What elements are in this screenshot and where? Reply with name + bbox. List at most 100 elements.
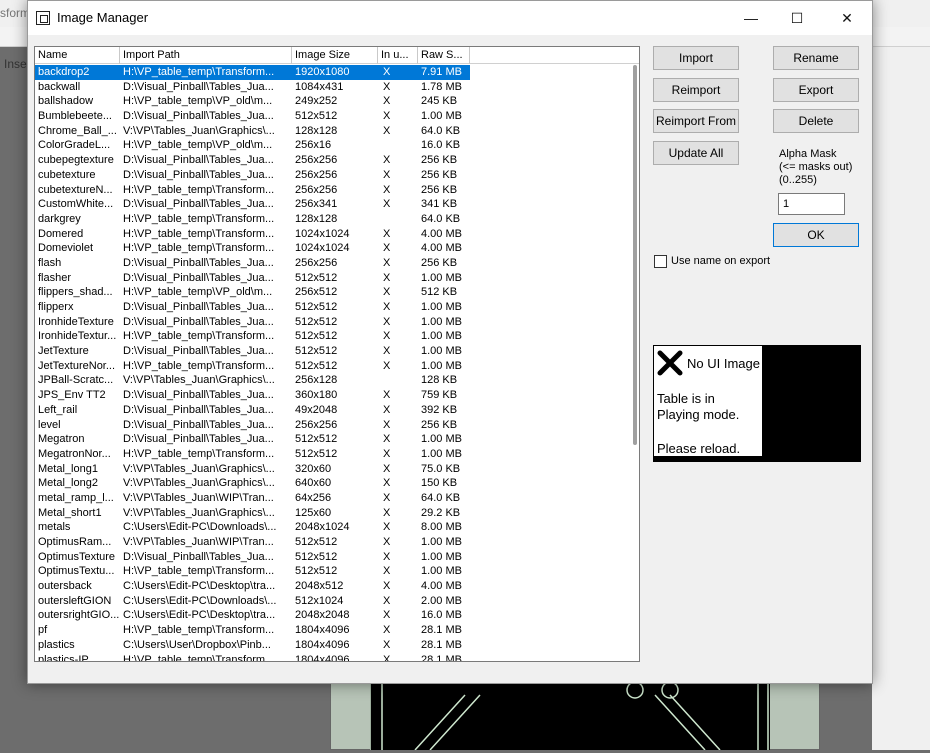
ok-button[interactable]: OK: [773, 223, 859, 247]
cell-import-path: H:\VP_table_temp\VP_old\m...: [123, 286, 273, 299]
cell-image-size: 320x60: [295, 462, 332, 475]
table-row[interactable]: Chrome_Ball_... V:\VP\Tables_Juan\Graphic…: [35, 124, 635, 139]
cell-name: flasher: [38, 271, 72, 284]
table-row[interactable]: MegatronNor... H:\VP_table_temp\Transform…: [35, 447, 635, 462]
use-name-on-export-label[interactable]: Use name on export: [671, 255, 770, 267]
cell-name: flippers_shad...: [38, 286, 113, 299]
cell-image-size: 512x512: [295, 271, 338, 284]
table-row[interactable]: plastics C:\Users\User\Dropbox\Pinb... 180…: [35, 638, 635, 653]
table-row[interactable]: outersleftGION C:\Users\Edit-PC\Downloads…: [35, 594, 635, 609]
vertical-scrollbar[interactable]: [629, 65, 639, 661]
column-header-import-path[interactable]: Import Path: [120, 47, 292, 64]
table-row[interactable]: Bumblebeete... D:\Visual_Pinball\Tables_J…: [35, 109, 635, 124]
table-row[interactable]: level D:\Visual_Pinball\Tables_Jua... 256x…: [35, 418, 635, 433]
table-row[interactable]: pf H:\VP_table_temp\Transform... 1804x4096…: [35, 623, 635, 638]
reimport-button[interactable]: Reimport: [653, 78, 739, 102]
cell-image-size: 1920x1080: [292, 65, 378, 80]
table-row[interactable]: Metal_long2 V:\VP\Tables_Juan\Graphics\..…: [35, 476, 635, 491]
table-row[interactable]: JPBall-Scratc... V:\VP\Tables_Juan\Graphi…: [35, 373, 635, 388]
column-header-raw-size[interactable]: Raw S...: [418, 47, 470, 64]
table-row[interactable]: backwall D:\Visual_Pinball\Tables_Jua... 1…: [35, 80, 635, 95]
table-row[interactable]: OptimusTexture D:\Visual_Pinball\Tables_J…: [35, 550, 635, 565]
column-header-name[interactable]: Name: [35, 47, 120, 64]
cell-image-size: 512x512: [295, 447, 338, 460]
cell-in-use: X: [383, 403, 391, 416]
use-name-on-export-checkbox[interactable]: [654, 255, 667, 268]
cell-image-size: 256x256: [295, 168, 338, 181]
cell-raw-size: 16.0 MB: [421, 609, 462, 622]
table-row[interactable]: OptimusRam... V:\VP\Tables_Juan\WIP\Tran.…: [35, 535, 635, 550]
table-row[interactable]: metals C:\Users\Edit-PC\Downloads\... 2048…: [35, 520, 635, 535]
table-row[interactable]: flippers_shad... H:\VP_table_temp\VP_old\…: [35, 285, 635, 300]
cell-in-use: X: [383, 521, 391, 534]
cell-image-size: 512x512: [295, 359, 338, 372]
table-row[interactable]: ColorGradeL... H:\VP_table_temp\VP_old\m.…: [35, 138, 635, 153]
table-row[interactable]: metal_ramp_l... V:\VP\Tables_Juan\WIP\Tra…: [35, 491, 635, 506]
cell-raw-size: 28.1 MB: [421, 653, 462, 662]
table-row[interactable]: plastics-IP H:\VP_table_temp\Transform...…: [35, 653, 635, 662]
cell-image-size: 512x512: [295, 315, 338, 328]
dialog-titlebar[interactable]: Image Manager — ☐ ✕: [28, 1, 872, 35]
cell-image-size: 256x16: [295, 139, 332, 152]
column-header-image-size[interactable]: Image Size: [292, 47, 378, 64]
image-list[interactable]: Name Import Path Image Size In u... Raw …: [34, 46, 640, 662]
cell-name: plastics-IP: [38, 653, 89, 662]
cell-in-use: X: [383, 638, 391, 651]
table-row[interactable]: backdrop2 H:\VP_table_temp\Transform... 19…: [35, 65, 635, 80]
rename-button[interactable]: Rename: [773, 46, 859, 70]
cell-import-path: H:\VP_table_temp\Transform...: [120, 65, 292, 80]
table-row[interactable]: JetTexture D:\Visual_Pinball\Tables_Jua..…: [35, 344, 635, 359]
scrollbar-thumb[interactable]: [633, 65, 637, 445]
maximize-button[interactable]: ☐: [774, 1, 820, 35]
table-row[interactable]: outersrightGIO... C:\Users\Edit-PC\Deskto…: [35, 608, 635, 623]
cell-import-path: H:\VP_table_temp\Transform...: [123, 212, 275, 225]
table-row[interactable]: cubepegtexture D:\Visual_Pinball\Tables_J…: [35, 153, 635, 168]
cell-image-size: 256x256: [295, 256, 338, 269]
table-row[interactable]: flipperx D:\Visual_Pinball\Tables_Jua... 5…: [35, 300, 635, 315]
table-row[interactable]: IronhideTextur... H:\VP_table_temp\Transf…: [35, 329, 635, 344]
table-row[interactable]: ballshadow H:\VP_table_temp\VP_old\m... 24…: [35, 94, 635, 109]
background-menu-insert[interactable]: Inse: [4, 57, 27, 71]
table-row[interactable]: JPS_Env TT2 D:\Visual_Pinball\Tables_Jua.…: [35, 388, 635, 403]
import-button[interactable]: Import: [653, 46, 739, 70]
table-row[interactable]: CustomWhite... D:\Visual_Pinball\Tables_J…: [35, 197, 635, 212]
table-row[interactable]: Left_rail D:\Visual_Pinball\Tables_Jua...…: [35, 403, 635, 418]
cell-raw-size: 75.0 KB: [421, 462, 461, 475]
column-header-in-use[interactable]: In u...: [378, 47, 418, 64]
alpha-mask-input[interactable]: 1: [778, 193, 845, 215]
export-button[interactable]: Export: [773, 78, 859, 102]
table-row[interactable]: darkgrey H:\VP_table_temp\Transform... 128…: [35, 212, 635, 227]
reimport-from-button[interactable]: Reimport From: [653, 109, 739, 133]
cell-import-path: H:\VP_table_temp\VP_old\m...: [123, 95, 273, 108]
cell-raw-size: 64.0 KB: [421, 124, 461, 137]
cell-image-size: 1804x4096: [295, 653, 350, 662]
cell-in-use: X: [383, 389, 391, 402]
table-row[interactable]: Megatron D:\Visual_Pinball\Tables_Jua... 5…: [35, 432, 635, 447]
table-row[interactable]: Domered H:\VP_table_temp\Transform... 1024…: [35, 227, 635, 242]
cell-name: OptimusTextu...: [38, 565, 115, 578]
image-manager-icon: [36, 11, 50, 25]
table-row[interactable]: JetTextureNor... H:\VP_table_temp\Transfo…: [35, 359, 635, 374]
cell-in-use: X: [383, 447, 391, 460]
table-row[interactable]: Metal_long1 V:\VP\Tables_Juan\Graphics\..…: [35, 462, 635, 477]
table-row[interactable]: cubetextureN... H:\VP_table_temp\Transfor…: [35, 183, 635, 198]
cell-import-path: V:\VP\Tables_Juan\Graphics\...: [123, 462, 275, 475]
cell-image-size: 256x128: [295, 374, 338, 387]
table-row[interactable]: Metal_short1 V:\VP\Tables_Juan\Graphics\.…: [35, 506, 635, 521]
table-row[interactable]: Domeviolet H:\VP_table_temp\Transform... 1…: [35, 241, 635, 256]
table-row[interactable]: flash D:\Visual_Pinball\Tables_Jua... 256x…: [35, 256, 635, 271]
cell-name: Domered: [38, 227, 84, 240]
cell-in-use: X: [383, 168, 391, 181]
table-row[interactable]: IronhideTexture D:\Visual_Pinball\Tables_…: [35, 315, 635, 330]
delete-button[interactable]: Delete: [773, 109, 859, 133]
table-row[interactable]: OptimusTextu... H:\VP_table_temp\Transfor…: [35, 564, 635, 579]
cell-raw-size: 256 KB: [421, 168, 458, 181]
table-row[interactable]: cubetexture D:\Visual_Pinball\Tables_Jua.…: [35, 168, 635, 183]
update-all-button[interactable]: Update All: [653, 141, 739, 165]
cell-import-path: H:\VP_table_temp\Transform...: [123, 624, 275, 637]
table-row[interactable]: flasher D:\Visual_Pinball\Tables_Jua... 51…: [35, 271, 635, 286]
minimize-button[interactable]: —: [728, 1, 774, 35]
alpha-mask-hint: (<= masks out): [779, 161, 853, 173]
table-row[interactable]: outersback C:\Users\Edit-PC\Desktop\tra..…: [35, 579, 635, 594]
close-button[interactable]: ✕: [824, 1, 870, 35]
